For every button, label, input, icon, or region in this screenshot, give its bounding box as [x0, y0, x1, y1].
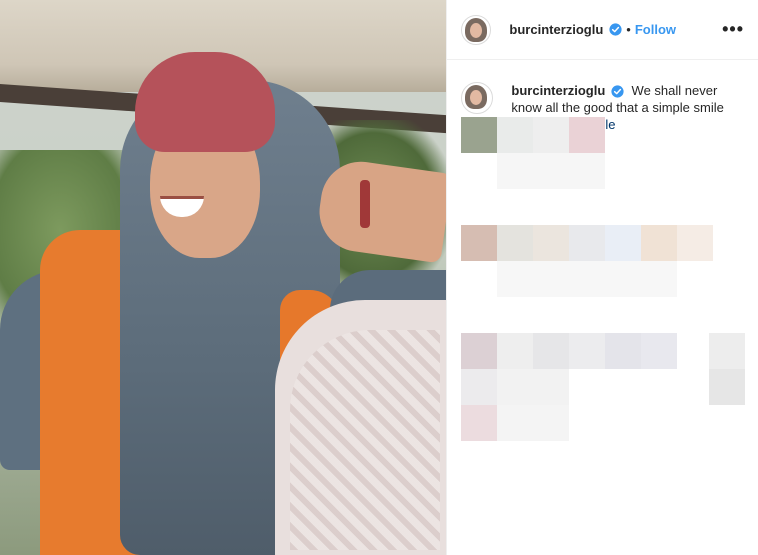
- blur-block: [641, 225, 678, 261]
- blur-block: [461, 369, 498, 405]
- blur-block: [497, 261, 678, 297]
- blur-block: [641, 333, 678, 369]
- blur-block: [709, 369, 746, 405]
- blur-block: [605, 225, 642, 261]
- blur-block: [533, 225, 570, 261]
- blur-block: [461, 225, 498, 261]
- blur-block: [569, 225, 606, 261]
- blur-block: [533, 333, 570, 369]
- post-photo[interactable]: [0, 0, 447, 555]
- more-options-icon[interactable]: •••: [722, 19, 744, 40]
- separator-dot: •: [626, 22, 631, 37]
- blur-block: [533, 117, 570, 153]
- blur-block: [497, 117, 534, 153]
- post-header: burcinterzioglu • Follow •••: [447, 0, 758, 60]
- follow-button[interactable]: Follow: [635, 22, 676, 37]
- username-link[interactable]: burcinterzioglu: [509, 22, 603, 37]
- blur-block: [709, 333, 746, 369]
- verified-badge-icon: [609, 23, 622, 36]
- caption-avatar[interactable]: [461, 82, 494, 114]
- photo-turban: [135, 52, 275, 152]
- blur-block: [461, 333, 498, 369]
- blur-block: [497, 333, 534, 369]
- blur-block: [497, 369, 570, 405]
- blur-block: [461, 117, 498, 153]
- verified-badge-icon: [611, 85, 624, 98]
- photo-shirt-pattern: [290, 330, 440, 550]
- caption-username[interactable]: burcinterzioglu: [511, 83, 605, 98]
- instagram-post: burcinterzioglu • Follow ••• burcinterzi…: [0, 0, 758, 555]
- post-side-panel: burcinterzioglu • Follow ••• burcinterzi…: [446, 0, 758, 555]
- avatar-face: [470, 22, 483, 38]
- photo-bracelet: [360, 180, 370, 228]
- blur-block: [497, 225, 534, 261]
- blur-block: [569, 333, 606, 369]
- blur-block: [497, 405, 570, 441]
- blur-block: [605, 333, 642, 369]
- blur-block: [677, 225, 714, 261]
- blur-block: [461, 405, 498, 441]
- blur-block: [497, 153, 606, 189]
- avatar[interactable]: [461, 14, 492, 45]
- blur-block: [569, 117, 606, 153]
